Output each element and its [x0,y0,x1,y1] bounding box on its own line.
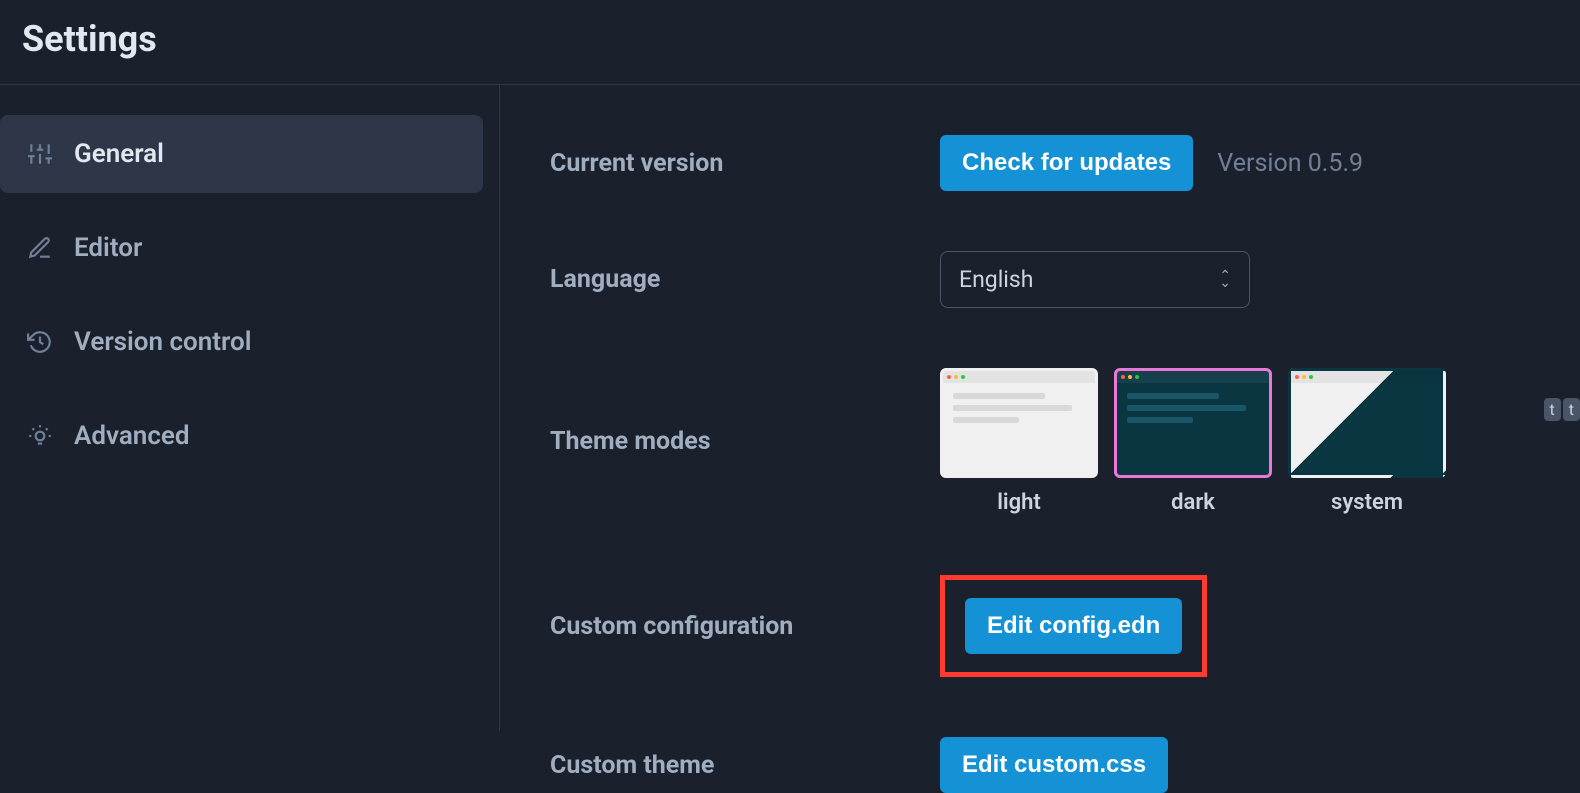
theme-label-system: system [1331,490,1403,515]
main-content: Current version Check for updates Versio… [500,85,1580,731]
edit-config-button[interactable]: Edit config.edn [965,598,1182,654]
highlight-annotation: Edit config.edn [940,575,1207,677]
custom-theme-label: Custom theme [550,751,940,780]
language-select[interactable]: English ⌃⌄ [940,251,1250,308]
sidebar-item-label: General [74,139,164,169]
history-icon [26,328,54,356]
sidebar-item-label: Version control [74,327,252,357]
badge-t1[interactable]: t [1544,398,1561,421]
sidebar-item-label: Advanced [74,421,190,451]
chevron-updown-icon: ⌃⌄ [1219,273,1231,287]
sliders-icon [26,140,54,168]
theme-label-light: light [997,490,1041,515]
custom-config-label: Custom configuration [550,612,940,641]
theme-modes-label: Theme modes [550,427,940,456]
sidebar-item-label: Editor [74,233,142,263]
language-label: Language [550,265,940,294]
theme-option-system[interactable]: system [1288,368,1446,515]
badge-t2[interactable]: t [1563,398,1580,421]
theme-option-dark[interactable]: dark [1114,368,1272,515]
sidebar-item-advanced[interactable]: Advanced [0,397,483,475]
page-title: Settings [22,18,1558,60]
theme-preview-dark [1114,368,1272,478]
sidebar-item-version-control[interactable]: Version control [0,303,483,381]
check-updates-button[interactable]: Check for updates [940,135,1193,191]
sidebar: General Editor Version control [0,85,500,731]
sidebar-item-general[interactable]: General [0,115,483,193]
edit-custom-css-button[interactable]: Edit custom.css [940,737,1168,793]
theme-preview-light [940,368,1098,478]
theme-preview-system [1288,368,1446,478]
language-selected: English [959,266,1033,293]
theme-option-light[interactable]: light [940,368,1098,515]
sidebar-item-editor[interactable]: Editor [0,209,483,287]
floating-badges: t t [1544,398,1580,421]
theme-label-dark: dark [1171,490,1215,515]
pencil-icon [26,234,54,262]
current-version-label: Current version [550,149,940,178]
lightbulb-icon [26,422,54,450]
version-text: Version 0.5.9 [1217,149,1363,178]
